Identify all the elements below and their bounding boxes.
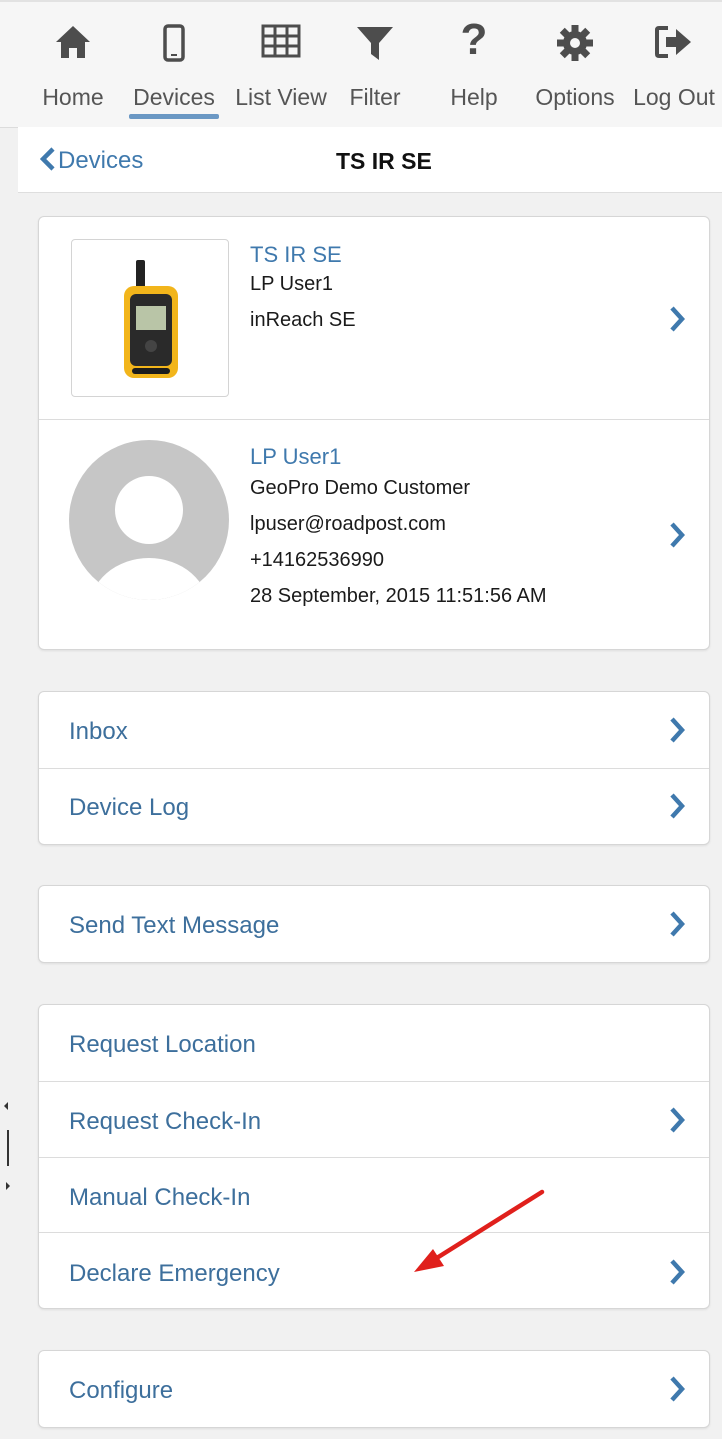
- inbox-label: Inbox: [69, 718, 128, 745]
- device-info: TS IR SE LP User1 inReach SE: [250, 242, 356, 331]
- device-model: inReach SE: [250, 309, 356, 331]
- send-text-label: Send Text Message: [69, 912, 280, 939]
- help-icon: ?: [460, 15, 488, 64]
- user-name: LP User1: [250, 444, 342, 469]
- phone-icon: [162, 24, 186, 68]
- logout-icon: [654, 24, 694, 66]
- splitter-handle[interactable]: [0, 1096, 14, 1206]
- user-customer: GeoPro Demo Customer: [250, 477, 471, 499]
- gear-icon: [556, 24, 594, 68]
- toolbar-home[interactable]: Home: [38, 2, 108, 120]
- chevron-right-icon: [669, 1375, 686, 1408]
- request-checkin-label: Request Check-In: [69, 1108, 262, 1135]
- toolbar-list-view[interactable]: List View: [230, 2, 332, 120]
- send-text-card: Send Text Message: [38, 885, 710, 963]
- toolbar-filter-label: Filter: [349, 84, 401, 110]
- filter-icon: [355, 24, 395, 68]
- send-text-item[interactable]: Send Text Message: [39, 886, 709, 962]
- request-location-item[interactable]: Request Location: [39, 1005, 709, 1081]
- chevron-left-icon: [39, 147, 55, 171]
- configure-item[interactable]: Configure: [39, 1351, 709, 1427]
- user-phone: +14162536990: [250, 549, 385, 571]
- back-button[interactable]: Devices: [39, 147, 144, 175]
- inbox-item[interactable]: Inbox: [39, 692, 709, 768]
- toolbar-devices-label: Devices: [133, 84, 215, 110]
- chevron-right-icon: [669, 1106, 686, 1139]
- messages-card: Inbox Device Log: [38, 691, 710, 845]
- device-user: LP User1: [250, 273, 334, 295]
- device-image: [71, 239, 229, 397]
- page-title: TS IR SE: [336, 148, 432, 174]
- toolbar-logout-label: Log Out: [633, 84, 715, 110]
- declare-emergency-label: Declare Emergency: [69, 1260, 280, 1287]
- home-icon: [54, 24, 92, 66]
- chevron-right-icon: [669, 521, 686, 554]
- declare-emergency-item[interactable]: Declare Emergency: [39, 1232, 709, 1308]
- user-timestamp: 28 September, 2015 11:51:56 AM: [250, 585, 547, 607]
- toolbar-filter[interactable]: Filter: [344, 2, 406, 120]
- top-toolbar: Home Devices List View Filter ? Help Opt…: [0, 0, 722, 128]
- configure-card: Configure: [38, 1350, 710, 1428]
- user-row[interactable]: LP User1 GeoPro Demo Customer lpuser@roa…: [39, 419, 709, 649]
- toolbar-home-label: Home: [42, 84, 104, 110]
- chevron-right-icon: [669, 910, 686, 943]
- chevron-right-icon: [669, 1258, 686, 1291]
- user-info: LP User1 GeoPro Demo Customer lpuser@roa…: [250, 444, 547, 607]
- user-email: lpuser@roadpost.com: [250, 513, 446, 535]
- device-name: TS IR SE: [250, 242, 342, 267]
- toolbar-list-view-label: List View: [235, 84, 327, 110]
- toolbar-logout[interactable]: Log Out: [629, 2, 719, 120]
- nav-bar: Devices TS IR SE: [18, 127, 722, 193]
- device-log-label: Device Log: [69, 794, 190, 821]
- back-label: Devices: [58, 147, 144, 174]
- configure-label: Configure: [69, 1377, 174, 1404]
- toolbar-help-label: Help: [450, 84, 498, 110]
- request-checkin-item[interactable]: Request Check-In: [39, 1081, 709, 1158]
- manual-checkin-item[interactable]: Manual Check-In: [39, 1157, 709, 1233]
- device-log-item[interactable]: Device Log: [39, 768, 709, 844]
- toolbar-options[interactable]: Options: [532, 2, 618, 120]
- actions-card: Request Location Request Check-In Manual…: [38, 1004, 710, 1309]
- toolbar-help[interactable]: ? Help: [444, 2, 504, 120]
- toolbar-devices[interactable]: Devices: [129, 2, 219, 120]
- request-location-label: Request Location: [69, 1031, 256, 1058]
- avatar: [69, 440, 229, 600]
- device-summary-card: TS IR SE LP User1 inReach SE LP User1 Ge…: [38, 216, 710, 650]
- table-icon: [261, 24, 301, 64]
- chevron-right-icon: [669, 716, 686, 749]
- device-row[interactable]: TS IR SE LP User1 inReach SE: [39, 217, 709, 419]
- manual-checkin-label: Manual Check-In: [69, 1184, 251, 1211]
- chevron-right-icon: [669, 305, 686, 338]
- active-tab-indicator: [129, 114, 219, 119]
- toolbar-options-label: Options: [535, 84, 615, 110]
- chevron-right-icon: [669, 792, 686, 825]
